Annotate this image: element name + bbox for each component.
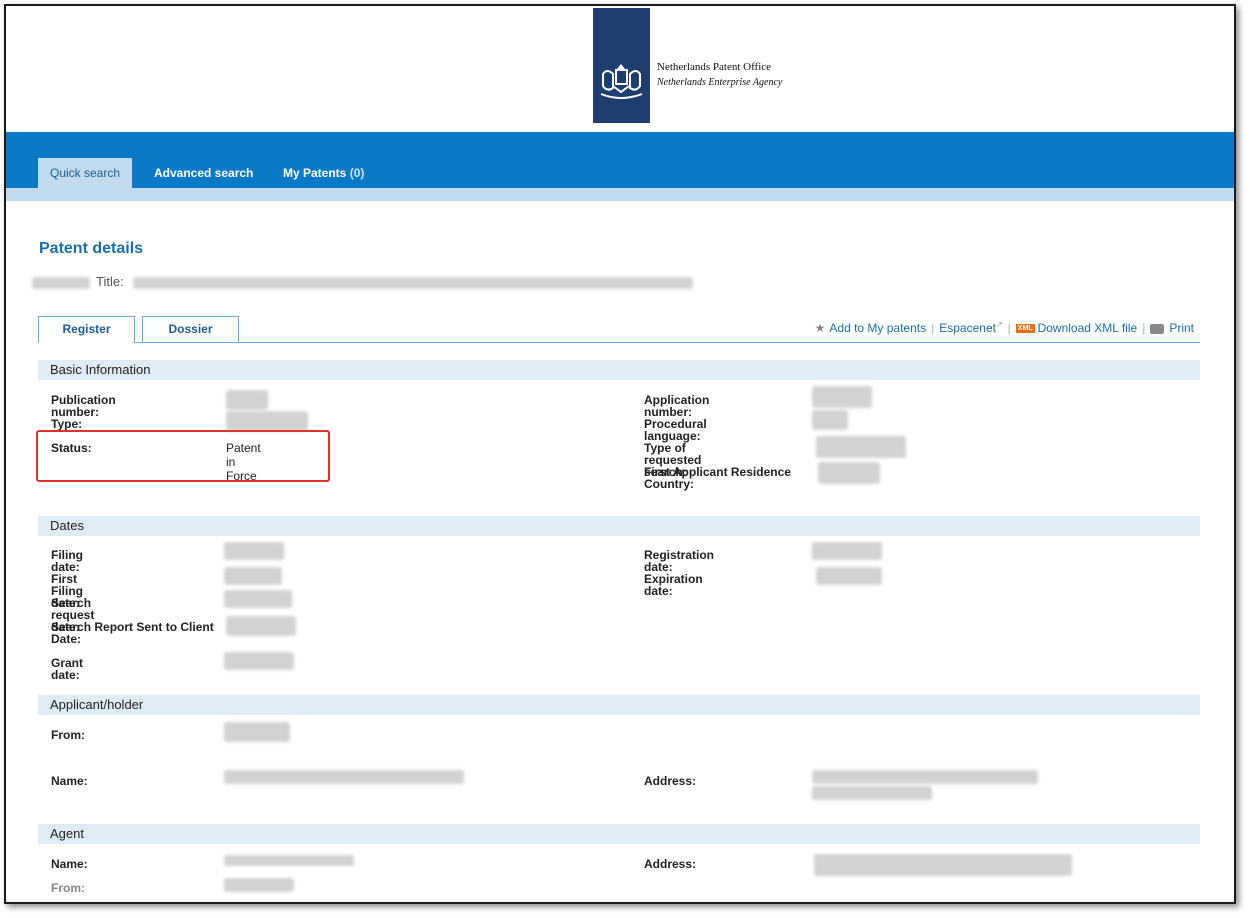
section-heading: Agent: [38, 824, 1200, 844]
tab-register[interactable]: Register: [38, 316, 135, 343]
redacted-value: [812, 786, 932, 800]
section-basic-information: Basic Information: [38, 360, 1200, 380]
publication-number-label: Publication number:: [51, 393, 116, 419]
redacted-value: [224, 590, 292, 608]
tab-label: Advanced search: [154, 166, 254, 180]
section-applicant-holder: Applicant/holder: [38, 695, 1200, 715]
redacted-value: [816, 436, 906, 458]
agent-from-label: From:: [51, 881, 85, 895]
expiration-date-label: Expiration date:: [644, 572, 703, 598]
section-heading: Applicant/holder: [38, 695, 1200, 715]
site-header: Netherlands Patent Office Netherlands En…: [6, 6, 1234, 132]
redacted-value: [224, 567, 282, 585]
first-applicant-country-label: First Applicant Residence Country:: [644, 465, 791, 491]
browser-frame: Netherlands Patent Office Netherlands En…: [4, 4, 1236, 904]
printer-icon: [1150, 323, 1165, 334]
applicant-address-label: Address:: [644, 774, 697, 788]
title-row: Title:: [32, 274, 694, 289]
redacted-value: [818, 462, 880, 484]
print-link[interactable]: Print: [1169, 321, 1194, 335]
section-heading: Basic Information: [38, 360, 1200, 380]
external-link-icon: ↗: [995, 320, 1003, 329]
redacted-value: [224, 855, 354, 866]
separator: |: [1142, 321, 1146, 335]
actions-bar: ★ Add to My patents | Espacenet↗ | XML Downloa…: [815, 320, 1194, 335]
org-subname: Netherlands Enterprise Agency: [657, 77, 783, 88]
section-dates: Dates: [38, 516, 1200, 536]
redacted-value: [812, 386, 872, 408]
separator: |: [1007, 321, 1011, 335]
application-number-label: Application number:: [644, 393, 710, 419]
tab-label: Quick search: [50, 166, 121, 180]
redacted-value: [812, 770, 1038, 784]
redacted-value: [224, 722, 290, 742]
section-agent: Agent: [38, 824, 1200, 844]
redacted-value: [224, 652, 294, 670]
redacted-value: [226, 390, 268, 410]
title-label: Title:: [96, 274, 124, 289]
tab-advanced-search[interactable]: Advanced search: [142, 158, 265, 188]
nav-underband: [6, 188, 1234, 201]
agent-name-label: Name:: [51, 857, 88, 871]
page-title: Patent details: [39, 240, 144, 257]
redacted-value: [224, 878, 294, 892]
star-icon: ★: [814, 321, 826, 335]
espacenet-link[interactable]: Espacenet: [939, 321, 996, 335]
tab-dossier[interactable]: Dossier: [142, 316, 239, 342]
redacted-value: [224, 770, 464, 784]
applicant-name-label: Name:: [51, 774, 88, 788]
main-nav: Quick search Advanced search My Patents …: [6, 132, 1234, 201]
redacted-value: [812, 542, 882, 560]
tab-my-patents[interactable]: My Patents (0): [271, 158, 376, 188]
tab-quick-search[interactable]: Quick search: [38, 158, 133, 188]
logo[interactable]: [593, 8, 650, 123]
redacted-value: [226, 616, 296, 636]
filing-date-label: Filing date:: [51, 548, 83, 574]
redacted-text: [32, 276, 90, 289]
section-heading: Dates: [38, 516, 1200, 536]
redacted-value: [812, 410, 848, 430]
redacted-value: [224, 542, 284, 560]
redacted-value: [816, 567, 882, 585]
status-highlight-box: [36, 430, 330, 482]
redacted-title: [133, 276, 694, 289]
redacted-value: [814, 854, 1072, 876]
add-to-my-patents-link[interactable]: Add to My patents: [829, 321, 926, 335]
type-label: Type:: [51, 417, 83, 431]
registration-date-label: Registration date:: [644, 548, 715, 574]
procedural-language-label: Procedural language:: [644, 417, 707, 443]
separator: |: [931, 321, 935, 335]
applicant-from-label: From:: [51, 728, 85, 742]
tab-label: My Patents: [283, 166, 347, 180]
coat-of-arms-icon: [600, 64, 643, 99]
xml-icon: XML: [1015, 324, 1035, 334]
org-name: Netherlands Patent Office: [657, 61, 772, 73]
redacted-value: [226, 411, 308, 431]
org-name-block: Netherlands Patent Office Netherlands En…: [657, 59, 782, 91]
search-report-sent-date-label: Search Report Sent to Client Date:: [51, 620, 214, 646]
download-xml-link[interactable]: Download XML file: [1038, 321, 1138, 335]
my-patents-count: (0): [349, 166, 365, 180]
agent-address-label: Address:: [644, 857, 697, 871]
grant-date-label: Grant date:: [51, 656, 84, 682]
